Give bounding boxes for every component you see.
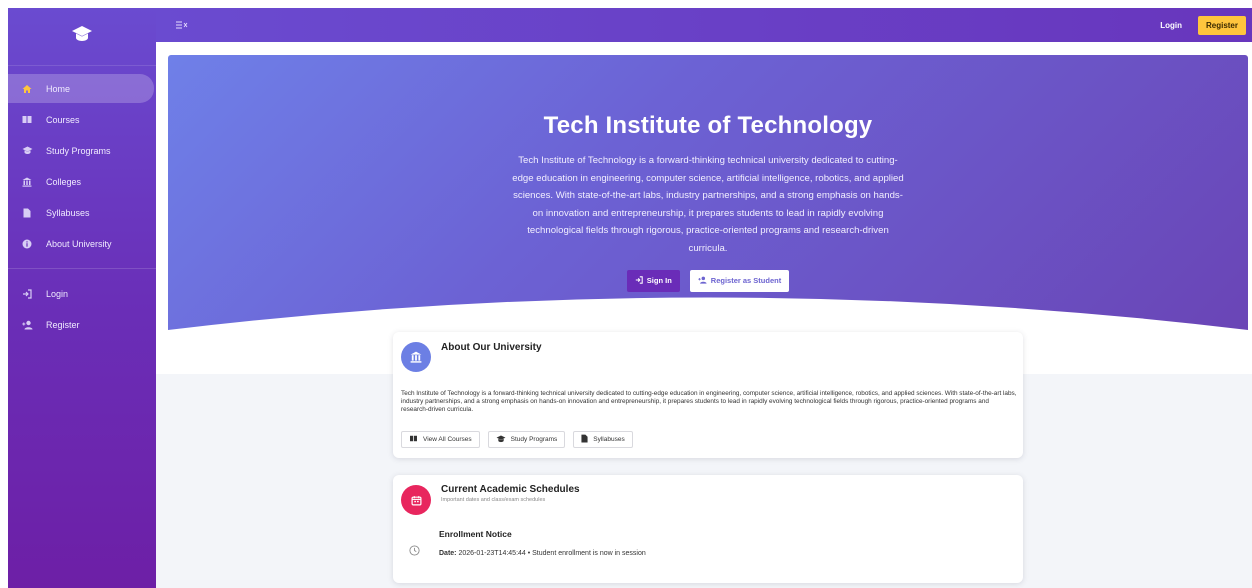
calendar-icon (401, 485, 431, 515)
sign-in-icon (20, 287, 34, 301)
info-icon (20, 237, 34, 251)
notice-details: Date: 2026-01-23T14:45:44 • Student enro… (439, 550, 646, 557)
file-icon (20, 206, 34, 220)
sidebar-item-login[interactable]: Login (8, 279, 154, 308)
sidebar-item-label: Login (46, 288, 69, 299)
sidebar-item-label: Syllabuses (46, 207, 90, 218)
sidebar-item-register[interactable]: Register (8, 310, 154, 339)
sidebar-item-syllabuses[interactable]: Syllabuses (8, 198, 154, 227)
view-all-courses-label: View All Courses (423, 436, 472, 443)
register-student-label: Register as Student (710, 276, 782, 286)
topbar: Login Register (156, 8, 1252, 42)
menu-toggle-icon[interactable] (176, 20, 188, 30)
sign-in-label: Sign In (646, 276, 672, 286)
notice-title: Enrollment Notice (439, 529, 512, 539)
user-plus-icon (698, 276, 707, 286)
sidebar-item-label: Register (46, 319, 80, 330)
syllabuses-label: Syllabuses (593, 436, 625, 443)
clock-icon (409, 543, 420, 561)
sidebar-item-home[interactable]: Home (8, 74, 154, 103)
university-icon (401, 342, 431, 372)
sidebar-item-about-university[interactable]: About University (8, 229, 154, 258)
graduation-cap-icon (20, 144, 34, 158)
schedules-title: Current Academic Schedules (441, 484, 580, 495)
schedules-card: Current Academic Schedules Important dat… (393, 475, 1023, 583)
sidebar-item-study-programs[interactable]: Study Programs (8, 136, 154, 165)
sidebar-nav: Home Courses Study Programs Colleges Syl… (8, 74, 156, 339)
about-card: About Our University Tech Institute of T… (393, 332, 1023, 458)
hero-title: Tech Institute of Technology (543, 112, 873, 139)
hero-curve (168, 297, 1248, 330)
register-button[interactable]: Register (1197, 15, 1246, 35)
sidebar-item-label: Home (46, 83, 71, 94)
file-icon (581, 434, 588, 445)
study-programs-label: Study Programs (510, 436, 558, 443)
date-value: 2026-01-23T14:45:44 • Student enrollment… (458, 550, 646, 557)
graduation-cap-icon (496, 434, 506, 445)
schedules-subtitle: Important dates and class/exam schedules (441, 497, 546, 503)
sidebar-divider (8, 268, 156, 269)
graduation-cap-icon (71, 25, 93, 48)
home-icon (20, 82, 34, 96)
sidebar-item-colleges[interactable]: Colleges (8, 167, 154, 196)
sidebar-item-label: Study Programs (46, 145, 111, 156)
book-icon (20, 113, 34, 127)
register-student-button[interactable]: Register as Student (689, 269, 790, 292)
sidebar-item-courses[interactable]: Courses (8, 105, 154, 134)
login-button[interactable]: Login (1154, 17, 1188, 34)
syllabuses-button[interactable]: Syllabuses (573, 431, 633, 448)
sidebar-item-label: Courses (46, 114, 80, 125)
sidebar-item-label: Colleges (46, 176, 82, 187)
book-icon (409, 435, 418, 444)
view-all-courses-button[interactable]: View All Courses (401, 431, 480, 448)
sidebar-item-label: About University (46, 238, 112, 249)
hero-banner: Tech Institute of Technology Tech Instit… (168, 55, 1248, 330)
user-plus-icon (20, 318, 34, 332)
hero-description: Tech Institute of Technology is a forwar… (512, 155, 904, 254)
sidebar: Home Courses Study Programs Colleges Syl… (8, 8, 156, 588)
building-icon (20, 175, 34, 189)
sign-in-icon (635, 275, 643, 286)
about-text: Tech Institute of Technology is a forwar… (401, 390, 1017, 414)
sidebar-logo[interactable] (8, 8, 156, 66)
hero-buttons: Sign In Register as Student (168, 269, 1248, 292)
about-title: About Our University (441, 342, 542, 353)
study-programs-button[interactable]: Study Programs (487, 431, 566, 448)
topbar-actions: Login Register (1154, 15, 1246, 35)
about-buttons: View All Courses Study Programs Syllabus… (401, 431, 633, 448)
date-label: Date: (439, 550, 457, 557)
sign-in-button[interactable]: Sign In (626, 269, 680, 292)
